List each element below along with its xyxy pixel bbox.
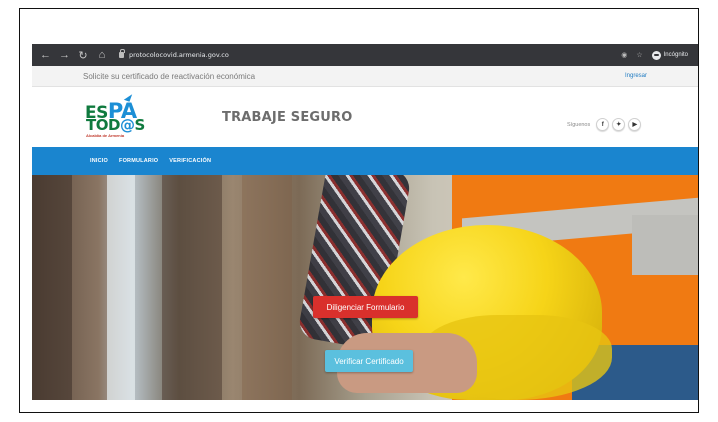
nav-item-formulario[interactable]: FORMULARIO xyxy=(119,158,158,164)
login-link[interactable]: Ingresar xyxy=(625,73,647,79)
hero-banner: Diligenciar Formulario Verificar Certifi… xyxy=(32,175,698,400)
star-icon[interactable]: ☆ xyxy=(636,51,642,59)
verify-certificate-button[interactable]: Verificar Certificado xyxy=(325,350,413,372)
incognito-badge[interactable]: Incógnito xyxy=(651,50,688,60)
url-text[interactable]: protocolocovid.armenia.gov.co xyxy=(129,51,229,59)
reload-icon[interactable]: ↻ xyxy=(78,49,88,62)
logo-tagline: Alcaldía de Armenia xyxy=(86,133,125,138)
site-logo[interactable]: ESPA TOD@S Alcaldía de Armenia xyxy=(85,92,155,143)
social-label: Síguenos xyxy=(567,121,591,128)
site-header: ESPA TOD@S Alcaldía de Armenia TRABAJE S… xyxy=(32,87,698,147)
eye-off-icon[interactable]: ◉ xyxy=(621,51,627,59)
screenshot-frame: ← → ↻ ⌂ protocolocovid.armenia.gov.co ◉ … xyxy=(19,8,699,413)
youtube-icon[interactable]: ▶ xyxy=(628,118,642,131)
hero-bg-shape xyxy=(242,175,292,400)
incognito-label: Incógnito xyxy=(663,52,688,58)
hero-vest-stripe xyxy=(632,215,698,275)
home-icon[interactable]: ⌂ xyxy=(97,49,107,61)
forward-icon[interactable]: → xyxy=(59,49,70,61)
browser-nav: ← → ↻ ⌂ xyxy=(32,49,107,62)
address-bar[interactable]: protocolocovid.armenia.gov.co xyxy=(119,49,229,59)
fill-form-button[interactable]: Diligenciar Formulario xyxy=(313,296,418,318)
logo-line-2: TOD@S xyxy=(86,116,145,134)
incognito-icon xyxy=(651,50,661,60)
page-title: TRABAJE SEGURO xyxy=(222,110,353,125)
twitter-icon[interactable]: ✦ xyxy=(612,118,626,131)
lock-icon xyxy=(119,49,125,58)
browser-toolbar: ← → ↻ ⌂ protocolocovid.armenia.gov.co ◉ … xyxy=(32,44,698,66)
back-icon[interactable]: ← xyxy=(40,49,51,61)
browser-actions: ◉ ☆ Incógnito xyxy=(621,50,698,60)
nav-item-verificacion[interactable]: VERIFICACIÓN xyxy=(169,158,211,164)
hero-bg-shape xyxy=(32,175,72,400)
announcement-bar: Solicite su certificado de reactivación … xyxy=(32,66,698,87)
hero-bg-shape xyxy=(162,175,222,400)
main-nav: INICIO FORMULARIO VERIFICACIÓN xyxy=(32,147,698,175)
facebook-icon[interactable]: f xyxy=(596,118,610,131)
social-links: Síguenos f ✦ ▶ xyxy=(567,118,642,131)
nav-item-inicio[interactable]: INICIO xyxy=(90,158,108,164)
announcement-text: Solicite su certificado de reactivación … xyxy=(83,71,256,81)
hero-bg-shape xyxy=(107,175,135,400)
